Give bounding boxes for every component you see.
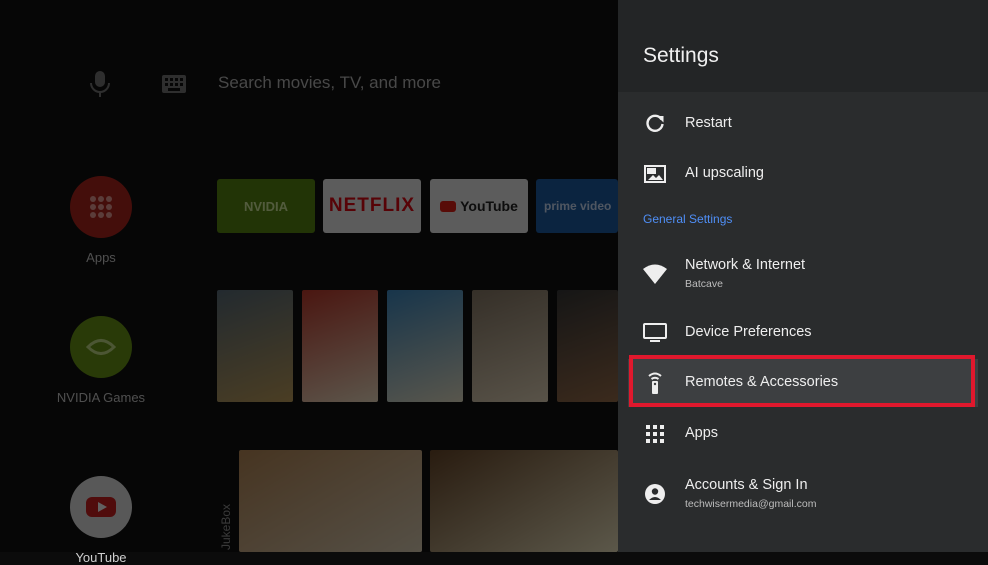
settings-item-label: Remotes & Accessories [685, 374, 839, 390]
settings-panel: Settings Restart AI upscaling General Se… [618, 0, 988, 552]
settings-item-label: Restart [685, 115, 732, 131]
remote-icon [643, 371, 667, 395]
settings-header: Settings [618, 0, 988, 92]
video-thumbnail[interactable] [239, 450, 422, 552]
video-thumbnail[interactable] [430, 450, 618, 552]
settings-item-label: Device Preferences [685, 324, 812, 340]
app-tile-nvidia[interactable]: NVIDIA [217, 179, 315, 233]
poster-thumbnail[interactable] [472, 290, 548, 402]
app-tile-prime-video[interactable]: prime video [536, 179, 618, 233]
account-icon [643, 482, 667, 506]
keyboard-icon[interactable] [161, 74, 187, 94]
settings-item-device-preferences[interactable]: Device Preferences [628, 309, 978, 357]
poster-thumbnail[interactable] [302, 290, 378, 402]
settings-item-sublabel: techwisermedia@gmail.com [685, 498, 817, 510]
page-title: Settings [643, 44, 719, 67]
poster-thumbnail[interactable] [387, 290, 463, 402]
tv-icon [643, 321, 667, 345]
picture-in-picture-icon [643, 162, 667, 186]
settings-item-sublabel: Batcave [685, 278, 723, 290]
settings-item-remotes-accessories[interactable]: Remotes & Accessories [628, 359, 978, 407]
settings-item-label: Network & Internet [685, 257, 806, 273]
left-app-nvidia-games[interactable]: NVIDIA Games [21, 316, 181, 405]
left-app-apps[interactable]: Apps [21, 176, 181, 265]
left-app-label: Apps [86, 250, 116, 265]
youtube-play-icon [440, 200, 457, 212]
settings-item-network-internet[interactable]: Network & Internet Batcave [628, 250, 978, 298]
wifi-icon [643, 262, 667, 286]
settings-item-label: Apps [685, 425, 719, 441]
settings-item-label: Accounts & Sign In [685, 477, 808, 493]
app-tile-netflix[interactable]: NETFLIX [323, 179, 421, 233]
youtube-logo-icon [70, 476, 132, 538]
poster-thumbnail[interactable] [217, 290, 293, 402]
left-app-label: YouTube [75, 550, 127, 565]
microphone-icon[interactable] [88, 70, 112, 98]
apps-grid-icon [643, 422, 667, 446]
settings-item-ai-upscaling[interactable]: AI upscaling [628, 150, 978, 198]
nvidia-logo-icon [70, 316, 132, 378]
app-tile-youtube[interactable]: YouTube [430, 179, 528, 233]
search-placeholder[interactable]: Search movies, TV, and more [218, 73, 441, 93]
apps-grid-icon [70, 176, 132, 238]
section-header-general-settings: General Settings [643, 212, 733, 226]
settings-item-accounts-sign-in[interactable]: Accounts & Sign In techwisermedia@gmail.… [628, 470, 978, 518]
poster-thumbnail[interactable] [557, 290, 618, 402]
restart-icon [643, 112, 667, 136]
settings-item-label: AI upscaling [685, 165, 764, 181]
left-app-label: NVIDIA Games [56, 390, 146, 405]
settings-item-apps[interactable]: Apps [628, 410, 978, 458]
row-label: JukeBox [219, 503, 233, 550]
settings-item-restart[interactable]: Restart [628, 100, 978, 148]
